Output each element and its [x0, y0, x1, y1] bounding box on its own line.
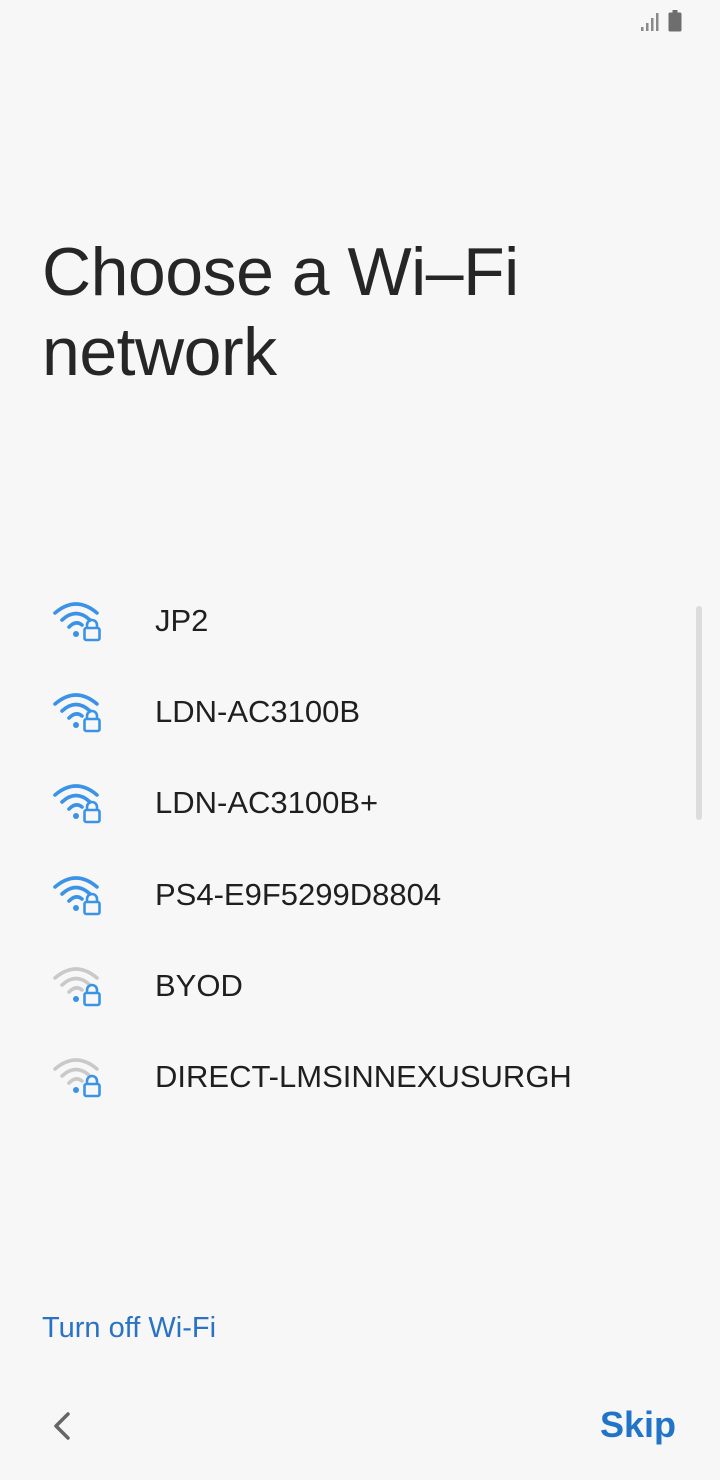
- network-item[interactable]: BYOD: [0, 940, 720, 1031]
- wifi-lock-icon: [53, 875, 101, 915]
- scrollbar[interactable]: [696, 606, 702, 820]
- network-name: PS4-E9F5299D8804: [155, 876, 442, 912]
- status-bar: [0, 0, 720, 44]
- network-item[interactable]: LDN-AC3100B+: [0, 758, 720, 849]
- wifi-lock-icon: [53, 1058, 101, 1098]
- skip-button[interactable]: Skip: [600, 1404, 676, 1446]
- network-item[interactable]: JP2: [0, 575, 720, 666]
- network-name: LDN-AC3100B+: [155, 785, 379, 821]
- chevron-left-icon: [54, 1412, 70, 1440]
- network-name: BYOD: [155, 967, 243, 1003]
- wifi-lock-icon: [53, 601, 101, 641]
- turn-off-wifi-button[interactable]: Turn off Wi-Fi: [42, 1312, 216, 1345]
- network-item[interactable]: DIRECT-LMSINNEXUSURGH: [0, 1031, 720, 1122]
- page-title: Choose a Wi–Fi network: [42, 234, 519, 390]
- network-item[interactable]: LDN-AC3100B: [0, 666, 720, 757]
- wifi-lock-icon: [53, 967, 101, 1007]
- network-name: LDN-AC3100B: [155, 693, 361, 729]
- back-button[interactable]: [40, 1400, 88, 1452]
- network-item[interactable]: PS4-E9F5299D8804: [0, 849, 720, 940]
- network-name: DIRECT-LMSINNEXUSURGH: [155, 1059, 572, 1095]
- network-list: JP2 LDN-AC3100B LDN-AC3100B+ PS4-E9F5299D88…: [0, 575, 720, 1123]
- network-name: JP2: [155, 602, 209, 638]
- wifi-lock-icon: [53, 784, 101, 824]
- battery-icon: [668, 10, 682, 32]
- signal-icon: [641, 13, 659, 31]
- wifi-lock-icon: [53, 693, 101, 733]
